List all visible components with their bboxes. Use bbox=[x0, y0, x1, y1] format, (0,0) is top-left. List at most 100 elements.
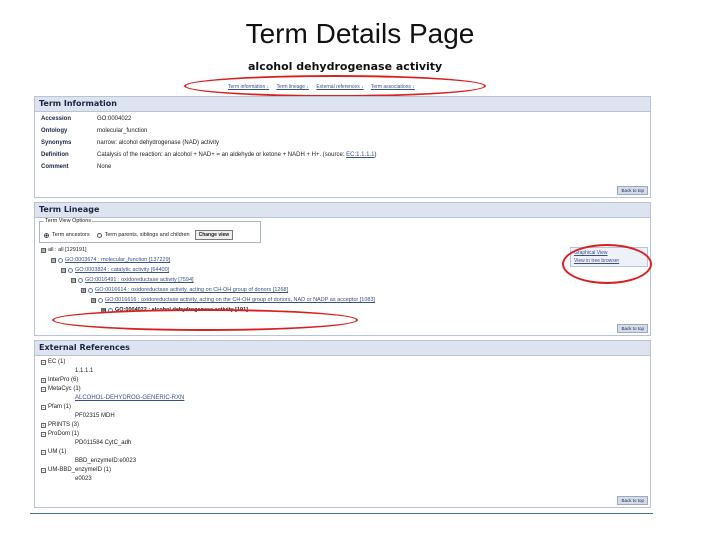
term-view-options: Term View Options Term ancestors Term pa… bbox=[39, 218, 261, 243]
collapse-toggle-icon[interactable]: − bbox=[41, 449, 46, 455]
tree-node-current-term[interactable]: ⊞ GO:0004022 : alcohol dehydrogenase act… bbox=[101, 307, 248, 313]
accession-value: GO:0004022 bbox=[97, 116, 132, 122]
back-to-top-button[interactable]: Back to top bbox=[617, 186, 648, 195]
parents-siblings-children-radio[interactable] bbox=[96, 232, 102, 238]
definition-label: Definition bbox=[41, 152, 69, 158]
xref-entry[interactable]: ALCOHOL-DEHYDROG-GENERIC-RXN bbox=[75, 395, 184, 401]
list-item[interactable]: − ProDom (1) bbox=[41, 431, 79, 437]
table-row: Ontology molecular_function bbox=[39, 127, 379, 139]
synonyms-label: Synonyms bbox=[41, 140, 72, 146]
ontology-value: molecular_function bbox=[97, 128, 148, 134]
collapse-toggle-icon[interactable]: − bbox=[41, 404, 46, 410]
back-to-top-button[interactable]: Back to top bbox=[617, 496, 648, 505]
table-row: Comment None bbox=[39, 163, 379, 175]
tree-node[interactable]: ⊞ GO:0016616 : oxidoreductase activity, … bbox=[91, 297, 375, 303]
term-ancestors-radio[interactable] bbox=[44, 232, 49, 238]
term-node-icon bbox=[98, 297, 103, 303]
collapse-toggle-icon[interactable]: − bbox=[41, 359, 46, 365]
jump-link-term-information[interactable]: Term information ↓ bbox=[228, 84, 269, 90]
list-item[interactable]: + InterPro (6) bbox=[41, 377, 78, 383]
tree-node[interactable]: ⊟ all : all [129191] bbox=[41, 247, 87, 253]
expand-toggle-icon[interactable]: + bbox=[41, 422, 46, 428]
collapse-toggle-icon[interactable]: − bbox=[41, 386, 46, 392]
term-node-icon bbox=[88, 287, 93, 293]
list-item[interactable]: + PRINTS (3) bbox=[41, 422, 79, 428]
tree-node[interactable]: ⊟ GO:0003674 : molecular_function [13722… bbox=[51, 257, 170, 263]
term-ancestors-label: Term ancestors bbox=[52, 232, 90, 238]
collapse-toggle-icon[interactable]: − bbox=[41, 467, 46, 473]
collapse-toggle-icon[interactable]: ⊟ bbox=[41, 247, 46, 253]
list-item[interactable]: − UM-BBD_enzymeID (1) bbox=[41, 467, 111, 473]
lineage-view-options: Graphical View View in tree browser bbox=[570, 247, 648, 267]
tree-node-label[interactable]: all : all [129191] bbox=[48, 247, 87, 253]
xref-db-label: UM-BBD_enzymeID (1) bbox=[48, 467, 112, 473]
parents-siblings-children-label: Term parents, siblings and children bbox=[104, 232, 190, 238]
expand-toggle-icon[interactable]: + bbox=[41, 377, 46, 383]
term-view-options-legend: Term View Options bbox=[44, 218, 93, 224]
external-references-header: External References bbox=[35, 341, 650, 356]
tree-node-label[interactable]: GO:0004022 : alcohol dehydrogenase activ… bbox=[115, 307, 248, 313]
term-lineage-header: Term Lineage bbox=[35, 203, 650, 218]
collapse-toggle-icon[interactable]: ⊟ bbox=[51, 257, 56, 263]
xref-entry: PF02315 MDH bbox=[75, 413, 115, 419]
tree-node-label[interactable]: GO:0003674 : molecular_function [137229] bbox=[65, 257, 170, 263]
xref-db-label: UM (1) bbox=[48, 449, 67, 455]
tree-node-label[interactable]: GO:0016616 : oxidoreductase activity, ac… bbox=[105, 297, 375, 303]
xref-entry-label: BBD_enzymeID:e0023 bbox=[75, 458, 137, 464]
tree-node-label[interactable]: GO:0016491 : oxidoreductase activity [75… bbox=[85, 277, 194, 283]
list-item[interactable]: − EC (1) bbox=[41, 359, 65, 365]
xref-entry-label: 1.1.1.1 bbox=[75, 368, 94, 374]
tree-node-label[interactable]: GO:0003824 : catalytic activity [64400] bbox=[75, 267, 169, 273]
term-information-table: Accession GO:0004022 Ontology molecular_… bbox=[39, 115, 379, 175]
tree-node[interactable]: ⊞ GO:0016614 : oxidoreductase activity, … bbox=[81, 287, 288, 293]
xref-entry-label: PF02315 MDH bbox=[75, 413, 115, 419]
change-view-button[interactable]: Change view bbox=[194, 230, 234, 240]
table-row: Synonyms narrow: alcohol dehydrogenase (… bbox=[39, 139, 379, 151]
xref-db-label: Pfam (1) bbox=[48, 404, 72, 410]
term-node-icon bbox=[68, 267, 73, 273]
jump-link-term-lineage[interactable]: Term lineage ↓ bbox=[276, 84, 309, 90]
expand-toggle-icon[interactable]: ⊞ bbox=[81, 287, 86, 293]
xref-db-label: MetaCyc (1) bbox=[48, 386, 81, 392]
expand-toggle-icon[interactable]: ⊞ bbox=[91, 297, 96, 303]
definition-suffix: ) bbox=[374, 152, 377, 158]
jump-link-external-references[interactable]: External references ↓ bbox=[316, 84, 363, 90]
list-item[interactable]: − Pfam (1) bbox=[41, 404, 71, 410]
tree-node-label[interactable]: GO:0016614 : oxidoreductase activity, ac… bbox=[95, 287, 288, 293]
accession-label: Accession bbox=[41, 116, 72, 122]
synonyms-value: narrow: alcohol dehydrogenase (NAD) acti… bbox=[97, 140, 220, 146]
ec-source-link[interactable]: EC:1.1.1.1 bbox=[346, 152, 374, 158]
tree-node[interactable]: ⊟ GO:0016491 : oxidoreductase activity [… bbox=[71, 277, 194, 283]
jump-link-term-associations[interactable]: Term associations ↓ bbox=[371, 84, 415, 90]
collapse-toggle-icon[interactable]: ⊟ bbox=[71, 277, 76, 283]
graphical-view-link[interactable]: Graphical View bbox=[574, 249, 644, 257]
list-item[interactable]: − UM (1) bbox=[41, 449, 66, 455]
table-row: Accession GO:0004022 bbox=[39, 115, 379, 127]
term-view-options-row: Term ancestors Term parents, siblings an… bbox=[44, 230, 234, 240]
xref-db-label: EC (1) bbox=[48, 359, 66, 365]
expand-toggle-icon[interactable]: ⊞ bbox=[101, 307, 106, 313]
table-row: Definition Catalysis of the reaction: an… bbox=[39, 151, 379, 163]
term-node-icon bbox=[58, 257, 63, 263]
external-references-list: − EC (1) 1.1.1.1 + InterPro (6) − MetaCyc (… bbox=[41, 359, 641, 499]
xref-entry: 1.1.1.1 bbox=[75, 368, 93, 374]
slide-title: Term Details Page bbox=[245, 18, 475, 49]
list-item[interactable]: − MetaCyc (1) bbox=[41, 386, 81, 392]
term-lineage-section: Term Lineage Term View Options Term ance… bbox=[34, 202, 651, 336]
xref-db-label: PRINTS (3) bbox=[48, 422, 80, 428]
xref-entry: e0023 bbox=[75, 476, 92, 482]
back-to-top-button[interactable]: Back to top bbox=[617, 324, 648, 333]
external-references-section: External References − EC (1) 1.1.1.1 + Int… bbox=[34, 340, 651, 508]
collapse-toggle-icon[interactable]: − bbox=[41, 431, 46, 437]
tree-node[interactable]: ⊟ GO:0003824 : catalytic activity [64400… bbox=[61, 267, 169, 273]
comment-label: Comment bbox=[41, 164, 69, 170]
term-details-page: alcohol dehydrogenase activity Term info… bbox=[30, 52, 653, 512]
term-information-section: Term Information Accession GO:0004022 On… bbox=[34, 96, 651, 198]
collapse-toggle-icon[interactable]: ⊟ bbox=[61, 267, 66, 273]
xref-db-label: InterPro (6) bbox=[48, 377, 79, 383]
definition-value-cell: Catalysis of the reaction: an alcohol + … bbox=[95, 151, 379, 163]
xref-entry-label: PD011584 CytC_adh bbox=[75, 440, 132, 446]
slide-bottom-rule bbox=[30, 513, 653, 514]
tree-browser-link[interactable]: View in tree browser bbox=[574, 257, 644, 265]
xref-entry-link[interactable]: ALCOHOL-DEHYDROG-GENERIC-RXN bbox=[75, 395, 184, 401]
